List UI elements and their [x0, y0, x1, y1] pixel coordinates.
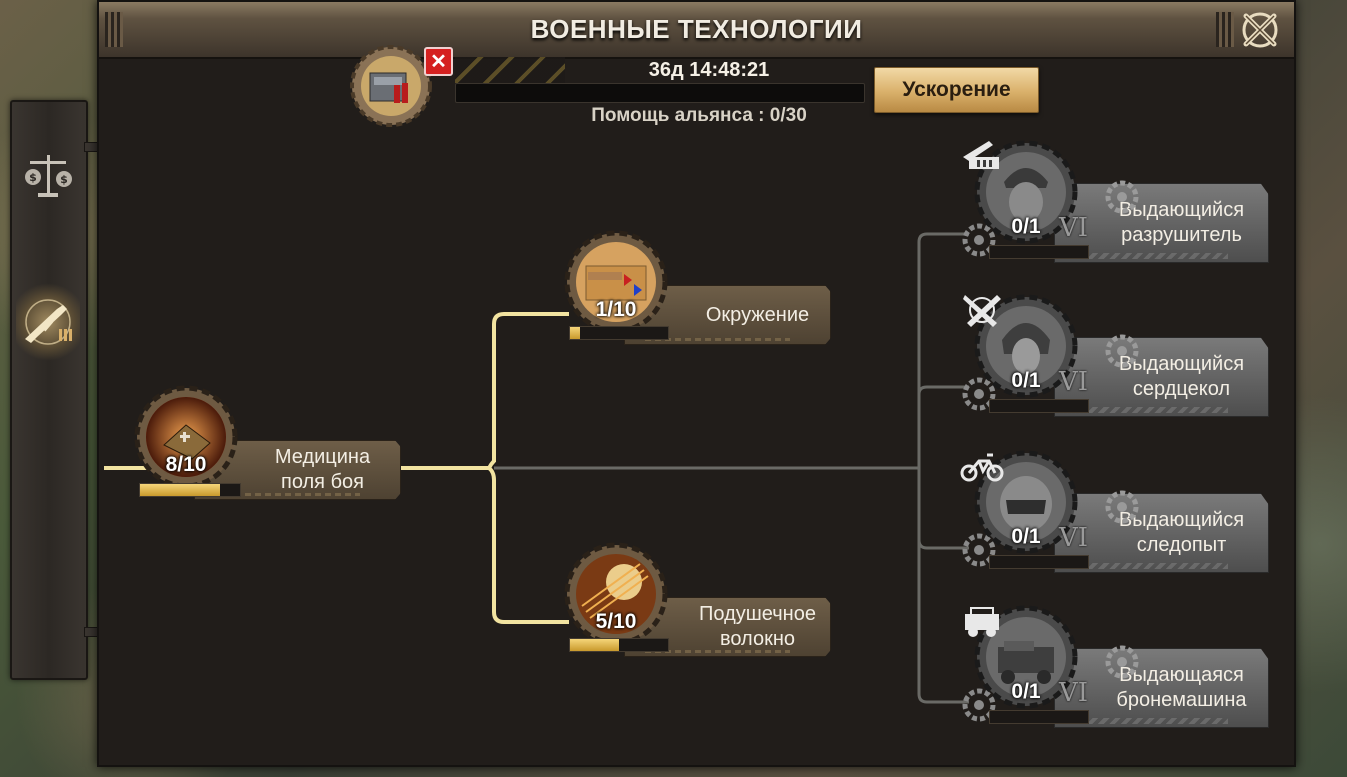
tech-name-line2: поля боя: [281, 471, 364, 493]
tech-name-line1: Окружение: [705, 303, 810, 326]
svg-text:$: $: [29, 171, 37, 184]
gear-icon: [1105, 645, 1139, 679]
tech-progress-bar: [569, 638, 669, 652]
alliance-help-text: Помощь альянса : 0/30: [591, 105, 807, 126]
tech-name-line2: разрушитель: [1121, 224, 1242, 246]
tech-progress-bar: [139, 483, 241, 497]
tab-military[interactable]: [16, 277, 80, 367]
tech-name-line1: Подушечное: [699, 603, 816, 625]
tech-level: 5/10: [595, 610, 637, 633]
strip-bracket: [84, 627, 98, 637]
tech-node-outstanding-heartpiercer[interactable]: Выдающийся сердцекол 0/1 VI: [962, 289, 1274, 417]
tech-progress-bar: [989, 710, 1089, 724]
svg-text:$: $: [60, 173, 68, 186]
scales-money-icon: $ $: [25, 155, 72, 197]
research-timer: 36д 14:48:21: [648, 59, 770, 81]
close-icon: [1242, 12, 1278, 48]
current-research-icon[interactable]: [350, 45, 432, 127]
tier-numeral: VI: [1059, 523, 1089, 553]
tech-node-outstanding-armored-vehicle[interactable]: Выдающаяся бронемашина 0/1 VI: [962, 600, 1274, 728]
strip-bracket: [84, 142, 98, 152]
tech-node-encirclement[interactable]: Окружение 1/10: [564, 230, 839, 345]
tab-economy[interactable]: $ $: [16, 132, 80, 222]
window-title: ВОЕННЫЕ ТЕХНОЛОГИИ: [530, 14, 863, 44]
motorcycle-icon: [960, 453, 1004, 482]
tier-numeral: VI: [1059, 213, 1089, 243]
tech-level: 1/10: [595, 298, 637, 321]
tech-progress-bar: [989, 555, 1089, 569]
close-button[interactable]: [1238, 8, 1282, 52]
tier-numeral: VI: [1059, 678, 1089, 708]
gear-icon: [1105, 490, 1139, 524]
crossed-knives-icon: [963, 295, 1001, 327]
tech-level: 8/10: [165, 453, 207, 476]
tech-node-battlefield-medicine[interactable]: Медицина поля боя 8/10: [134, 385, 409, 500]
category-tabs: $ $: [10, 100, 98, 680]
ammo-box-icon: [350, 45, 432, 127]
tech-node-outstanding-destroyer[interactable]: Выдающийся разрушитель 0/1 VI: [962, 135, 1274, 263]
tech-progress-bar: [989, 245, 1089, 259]
rifle-icon: [25, 299, 72, 345]
tech-name-line2: волокно: [719, 628, 795, 650]
tech-progress-bar: [569, 326, 669, 340]
tech-name-line1: Медицина: [274, 446, 371, 468]
gear-icon: [1105, 180, 1139, 214]
tech-name-line2: следопыт: [1136, 534, 1227, 556]
artillery-truck-icon: [963, 141, 999, 169]
tech-name-line2: бронемашина: [1116, 689, 1247, 711]
tech-progress-bar: [989, 399, 1089, 413]
cancel-research-button[interactable]: ✕: [424, 47, 453, 76]
research-progress-bar: [455, 83, 865, 103]
tier-numeral: VI: [1059, 367, 1089, 397]
jeep-icon: [965, 607, 999, 637]
tech-node-outstanding-pathfinder[interactable]: Выдающийся следопыт 0/1 VI: [960, 445, 1274, 573]
tech-node-cushion-fiber[interactable]: Подушечное волокно 5/10: [564, 542, 839, 657]
tech-name-line2: сердцекол: [1132, 378, 1231, 400]
speed-up-button[interactable]: Ускорение: [874, 67, 1039, 113]
title-bar: ВОЕННЫЕ ТЕХНОЛОГИИ: [99, 2, 1294, 59]
tech-window: ВОЕННЫЕ ТЕХНОЛОГИИ ✕ 36д 14:48:21 Помощь…: [97, 0, 1296, 767]
gear-icon: [1105, 334, 1139, 368]
